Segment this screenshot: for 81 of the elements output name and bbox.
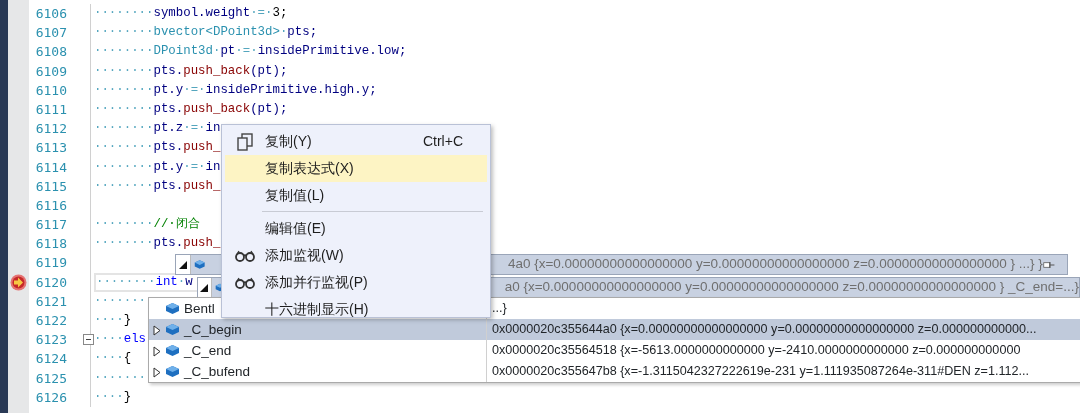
- code-line: ·······: [94, 369, 147, 387]
- line-number: 6108: [34, 43, 68, 62]
- code-line: ········pts.push_: [94, 235, 221, 253]
- code-line: ·······: [94, 292, 147, 310]
- line-number: 6106: [34, 5, 68, 23]
- code-line: ········pts.push_back(pt);: [94, 100, 288, 118]
- line-number: 6109: [34, 62, 68, 81]
- member-value: 0x0000020c355644a0 {x=0.00000000000000000 y=0.00000000000000000 z=0.000000000000...: [491, 321, 1037, 338]
- copy-icon: [237, 132, 253, 151]
- line-number: 6107: [34, 24, 68, 43]
- code-line: ········pts.push_: [94, 177, 221, 195]
- pin-icon[interactable]: [1042, 259, 1055, 270]
- expand-icon[interactable]: [153, 366, 161, 378]
- menu-label: 十六进制显示(H): [265, 300, 370, 319]
- menu-label: 添加监视(W): [265, 246, 345, 265]
- code-line: ········pt.y·=·in: [94, 158, 221, 176]
- menu-label: 编辑值(E): [265, 219, 327, 238]
- menu-item[interactable]: 复制表达式(X): [225, 155, 487, 182]
- code-line: ········pt.y·=·insidePrimitive.high.y;: [94, 81, 377, 99]
- member-row[interactable]: _C_end 0x0000020c35564518 {x=-5613.0000000000000 y=-2410.0000000000000 z=0.000000000000: [149, 340, 1080, 361]
- line-number: 6114: [34, 158, 68, 177]
- code-line: ····}: [94, 312, 132, 329]
- code-line: ········pts.push_: [94, 139, 221, 157]
- line-number: 6118: [34, 235, 68, 254]
- collapse-icon[interactable]: [200, 283, 209, 292]
- collapse-toggle[interactable]: [83, 334, 94, 346]
- shortcut-text: Ctrl+C: [422, 132, 463, 151]
- code-line: ········symbol.weight·=·3;: [94, 5, 288, 22]
- code-line: ········pt.z·=·in: [94, 120, 221, 138]
- glasses-icon: [235, 276, 255, 289]
- member-value: ...}: [491, 300, 507, 317]
- line-number: 6112: [34, 120, 68, 139]
- line-number: 6120: [34, 273, 68, 292]
- line-number: 6113: [34, 139, 68, 158]
- datatip-value: a0 {x=0.00000000000000000 y=0.00000000000000000 z=0.00000000000000000 } _C_end=...}: [504, 278, 1079, 297]
- member-row[interactable]: _C_begin 0x0000020c355644a0 {x=0.00000000000000000 y=0.00000000000000000 z=0.000000000000...: [149, 319, 1080, 340]
- member-value: 0x0000020c355647b8 {x=-1.3115042327222619e-231 y=1.111935087264e-311#DEN z=1.112...: [491, 363, 1029, 380]
- line-number: 6126: [34, 388, 68, 407]
- member-name: _C_begin: [184, 321, 242, 339]
- object-icon: [165, 323, 180, 336]
- breakpoint-arrow-icon[interactable]: [10, 273, 27, 291]
- line-number: 6111: [34, 100, 68, 119]
- line-number: 6121: [34, 292, 68, 311]
- menu-item[interactable]: 复制值(L): [225, 182, 487, 209]
- menu-item[interactable]: 复制(Y) Ctrl+C: [225, 128, 487, 155]
- glasses-icon: [235, 249, 255, 262]
- code-line: ········bvector<DPoint3d>·pts;: [94, 24, 318, 42]
- member-name: _C_bufend: [184, 363, 251, 381]
- code-line: ····els: [94, 331, 147, 349]
- object-icon: [165, 302, 180, 315]
- expand-icon[interactable]: [153, 324, 161, 336]
- menu-item[interactable]: 添加监视(W): [225, 242, 487, 269]
- collapse-icon[interactable]: [179, 260, 188, 269]
- line-number: 6117: [34, 216, 68, 235]
- member-name: _C_end: [184, 342, 232, 360]
- menu-label: 添加并行监视(P): [265, 273, 369, 292]
- member-name: Bentl: [184, 300, 215, 318]
- expand-icon[interactable]: [153, 345, 161, 357]
- code-line: ····{: [94, 350, 132, 368]
- line-number: 6125: [34, 369, 68, 388]
- object-icon: [165, 365, 180, 378]
- menu-label: 复制(Y): [265, 132, 313, 151]
- menu-label: 复制表达式(X): [265, 159, 355, 178]
- line-number: 6124: [34, 350, 68, 369]
- line-number: 6119: [34, 254, 68, 273]
- menu-label: 复制值(L): [265, 186, 326, 205]
- line-number: 6116: [34, 196, 68, 215]
- line-number: 6123: [34, 331, 68, 350]
- member-row[interactable]: _C_bufend 0x0000020c355647b8 {x=-1.3115042327222619e-231 y=1.111935087264e-311#DEN z=1.112...: [149, 361, 1080, 382]
- object-icon: [165, 344, 180, 357]
- code-line: ········DPoint3d·pt·=·insidePrimitive.low;: [94, 43, 407, 61]
- datatip-value: 4a0 {x=0.00000000000000000 y=0.00000000000000000 z=0.00000000000000000 } ...} }: [507, 255, 1043, 274]
- line-number: 6122: [34, 312, 68, 330]
- member-value: 0x0000020c35564518 {x=-5613.0000000000000 y=-2410.0000000000000 z=0.000000000000: [491, 342, 1021, 359]
- line-number: 6110: [34, 81, 68, 100]
- line-number: 6115: [34, 177, 68, 196]
- object-icon: [194, 258, 206, 271]
- code-line: ········//·闭合: [94, 216, 200, 234]
- menu-item[interactable]: 编辑值(E): [225, 209, 487, 242]
- code-line: ····}: [94, 388, 132, 406]
- code-line: ········pts.push_back(pt);: [94, 62, 288, 80]
